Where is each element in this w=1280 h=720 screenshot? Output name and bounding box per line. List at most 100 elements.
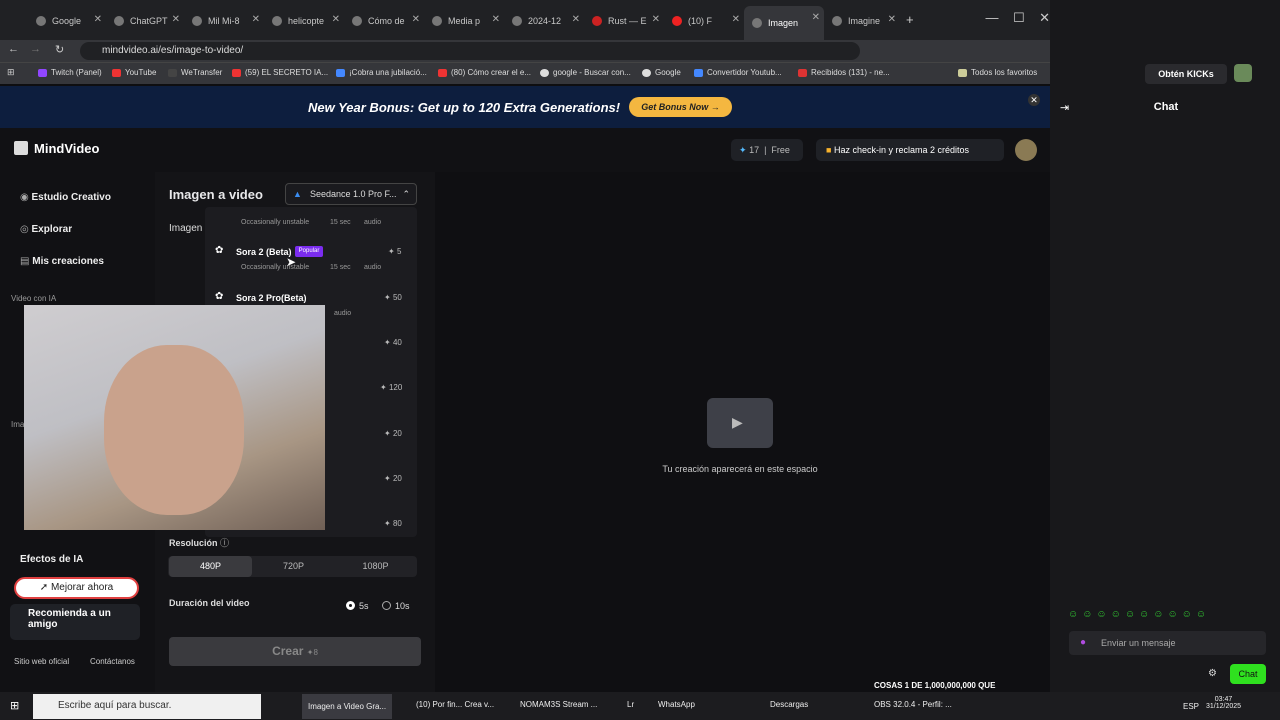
bookmark-youtube[interactable]: YouTube: [112, 68, 156, 77]
tab-mil[interactable]: Mil Mi-8 ✕: [184, 8, 264, 34]
chat-input[interactable]: Enviar un mensaje: [1069, 631, 1266, 655]
mindvideo-icon: [752, 18, 762, 28]
chat-send-button[interactable]: Chat: [1230, 664, 1266, 684]
official-site-link[interactable]: Sitio web oficial: [14, 657, 69, 666]
start-icon[interactable]: ⊞: [10, 699, 19, 712]
tab-rust[interactable]: Rust — E ✕: [584, 8, 664, 34]
close-tab-icon[interactable]: ✕: [652, 14, 660, 25]
bookmark-wetransfer[interactable]: WeTransfer: [168, 68, 222, 77]
help-icon[interactable]: ⓘ: [220, 538, 229, 548]
apps-grid-icon[interactable]: ⊞: [7, 67, 15, 78]
person-face: [104, 345, 244, 515]
duration-10s[interactable]: 10s: [382, 601, 410, 611]
studio-icon: ◉: [20, 192, 29, 203]
close-tab-icon[interactable]: ✕: [94, 14, 102, 25]
resolution-480p[interactable]: 480P: [169, 556, 252, 577]
taskbar-app-chrome[interactable]: Imagen a Video Gra...: [302, 694, 393, 719]
close-tab-icon[interactable]: ✕: [812, 12, 820, 23]
pinterest-icon: [192, 16, 202, 26]
taskbar-app-brave2[interactable]: NOMAM3S Stream ...: [520, 700, 597, 709]
bookmark-jubilacion[interactable]: ¡Cobra una jubilació...: [336, 68, 427, 77]
resolution-1080p[interactable]: 1080P: [334, 556, 417, 577]
close-banner-icon[interactable]: ✕: [1028, 94, 1040, 106]
model-cost[interactable]: ✦ 20: [384, 429, 402, 438]
gift-icon: ■: [826, 145, 832, 155]
bookmark-all-favorites[interactable]: Todos los favoritos: [958, 68, 1037, 77]
tag: 15 sec: [330, 264, 351, 271]
close-tab-icon[interactable]: ✕: [252, 14, 260, 25]
create-button[interactable]: Crear ✦8: [169, 637, 421, 666]
sidebar-item-explore[interactable]: ◎ Explorar: [20, 224, 72, 235]
close-tab-icon[interactable]: ✕: [332, 14, 340, 25]
model-select[interactable]: ▲ Seedance 1.0 Pro F... ⌃: [285, 183, 417, 205]
x-icon: [432, 16, 442, 26]
chatgpt-icon: [114, 16, 124, 26]
empty-state-text: Tu creación aparecerá en este espacio: [662, 464, 818, 474]
reload-icon[interactable]: ↻: [55, 43, 64, 56]
checkin-button[interactable]: ■ Haz check-in y reclama 2 créditos: [816, 139, 1004, 161]
tab-2024[interactable]: 2024-12 ✕: [504, 8, 584, 34]
bookmark-twitch[interactable]: Twitch (Panel): [38, 68, 102, 77]
close-tab-icon[interactable]: ✕: [572, 14, 580, 25]
sidebar-item-effects[interactable]: Efectos de IA: [20, 554, 83, 565]
taskbar-search[interactable]: Escribe aquí para buscar.: [33, 694, 261, 719]
avatar[interactable]: [1015, 139, 1037, 161]
new-tab-icon[interactable]: +: [906, 12, 914, 27]
chat-title: Chat: [1153, 101, 1179, 113]
forward-icon[interactable]: →: [30, 43, 41, 55]
model-option-sora2-pro[interactable]: Sora 2 Pro(Beta): [236, 293, 307, 303]
tab-helicopter[interactable]: helicopte ✕: [264, 8, 344, 34]
sidebar-item-creations[interactable]: ▤ Mis creaciones: [20, 256, 104, 267]
bookmark-google[interactable]: Google: [642, 68, 681, 77]
bookmark-convertidor[interactable]: Convertidor Youtub...: [694, 68, 782, 77]
upgrade-button[interactable]: ➚ Mejorar ahora: [14, 577, 139, 599]
url-field[interactable]: mindvideo.ai/es/image-to-video/: [80, 42, 860, 60]
tag: Occasionally unstable: [241, 219, 310, 226]
get-bonus-button[interactable]: Get Bonus Now →: [629, 97, 732, 117]
duration-5s[interactable]: 5s: [346, 601, 369, 611]
model-cost[interactable]: ✦ 20: [384, 474, 402, 483]
close-tab-icon[interactable]: ✕: [492, 14, 500, 25]
close-tab-icon[interactable]: ✕: [888, 14, 896, 25]
microphone-icon[interactable]: ●: [1080, 637, 1086, 648]
globe-icon: [512, 16, 522, 26]
model-cost[interactable]: ✦ 120: [380, 383, 402, 392]
chat-avatar[interactable]: [1234, 64, 1252, 82]
taskbar-app-brave[interactable]: (10) Por fin... Crea v...: [416, 700, 494, 709]
tab-imagen-active[interactable]: Imagen ✕: [744, 6, 824, 40]
language-indicator[interactable]: ESP: [1183, 702, 1199, 711]
contact-link[interactable]: Contáctanos: [90, 657, 135, 666]
emote-bar-icon[interactable]: ☺☺☺☺☺☺☺☺☺☺: [1068, 609, 1266, 623]
get-kicks-button[interactable]: Obtén KICKs: [1145, 64, 1227, 84]
gear-icon[interactable]: ⚙: [1208, 668, 1217, 679]
taskbar-app-downloads[interactable]: Descargas: [770, 700, 808, 709]
taskbar-app-whatsapp[interactable]: WhatsApp: [658, 700, 695, 709]
taskbar-app-lightroom[interactable]: Lr: [627, 700, 634, 709]
tab-chatgpt[interactable]: ChatGPT ✕: [106, 8, 184, 34]
close-tab-icon[interactable]: ✕: [412, 14, 420, 25]
close-tab-icon[interactable]: ✕: [172, 14, 180, 25]
clock[interactable]: 03:47 31/12/2025: [1206, 696, 1241, 710]
bookmark-secreto[interactable]: (59) EL SECRETO IA...: [232, 68, 328, 77]
tab-imagine[interactable]: Imagine ✕: [824, 8, 900, 34]
tab-como[interactable]: Cómo de ✕: [344, 8, 424, 34]
bookmark-recibidos[interactable]: Recibidos (131) - ne...: [798, 68, 890, 77]
model-cost[interactable]: ✦ 40: [384, 338, 402, 347]
credits-badge[interactable]: ✦ 17 | Free: [731, 139, 803, 161]
refer-friend-button[interactable]: Recomienda a un amigo: [10, 604, 140, 640]
resolution-720p[interactable]: 720P: [252, 556, 335, 577]
window-controls[interactable]: — ☐ ✕: [986, 10, 1050, 26]
bookmark-crear[interactable]: (80) Cómo crear el e...: [438, 68, 531, 77]
back-icon[interactable]: ←: [8, 43, 19, 55]
tab-youtube[interactable]: (10) F ✕: [664, 8, 744, 34]
close-tab-icon[interactable]: ✕: [732, 14, 740, 25]
bookmark-google-buscar[interactable]: google - Buscar con...: [540, 68, 631, 77]
model-option-sora2[interactable]: Sora 2 (Beta): [236, 247, 292, 257]
taskbar-app-obs[interactable]: OBS 32.0.4 - Perfil: ...: [874, 700, 952, 709]
model-cost[interactable]: ✦ 80: [384, 519, 402, 528]
sidebar-item-studio[interactable]: ◉ Estudio Creativo: [20, 192, 111, 203]
tab-google[interactable]: Google ✕: [28, 8, 106, 34]
logo[interactable]: MindVideo: [14, 141, 99, 156]
tab-media[interactable]: Media p ✕: [424, 8, 504, 34]
sparkle-icon: ✦: [739, 145, 747, 155]
